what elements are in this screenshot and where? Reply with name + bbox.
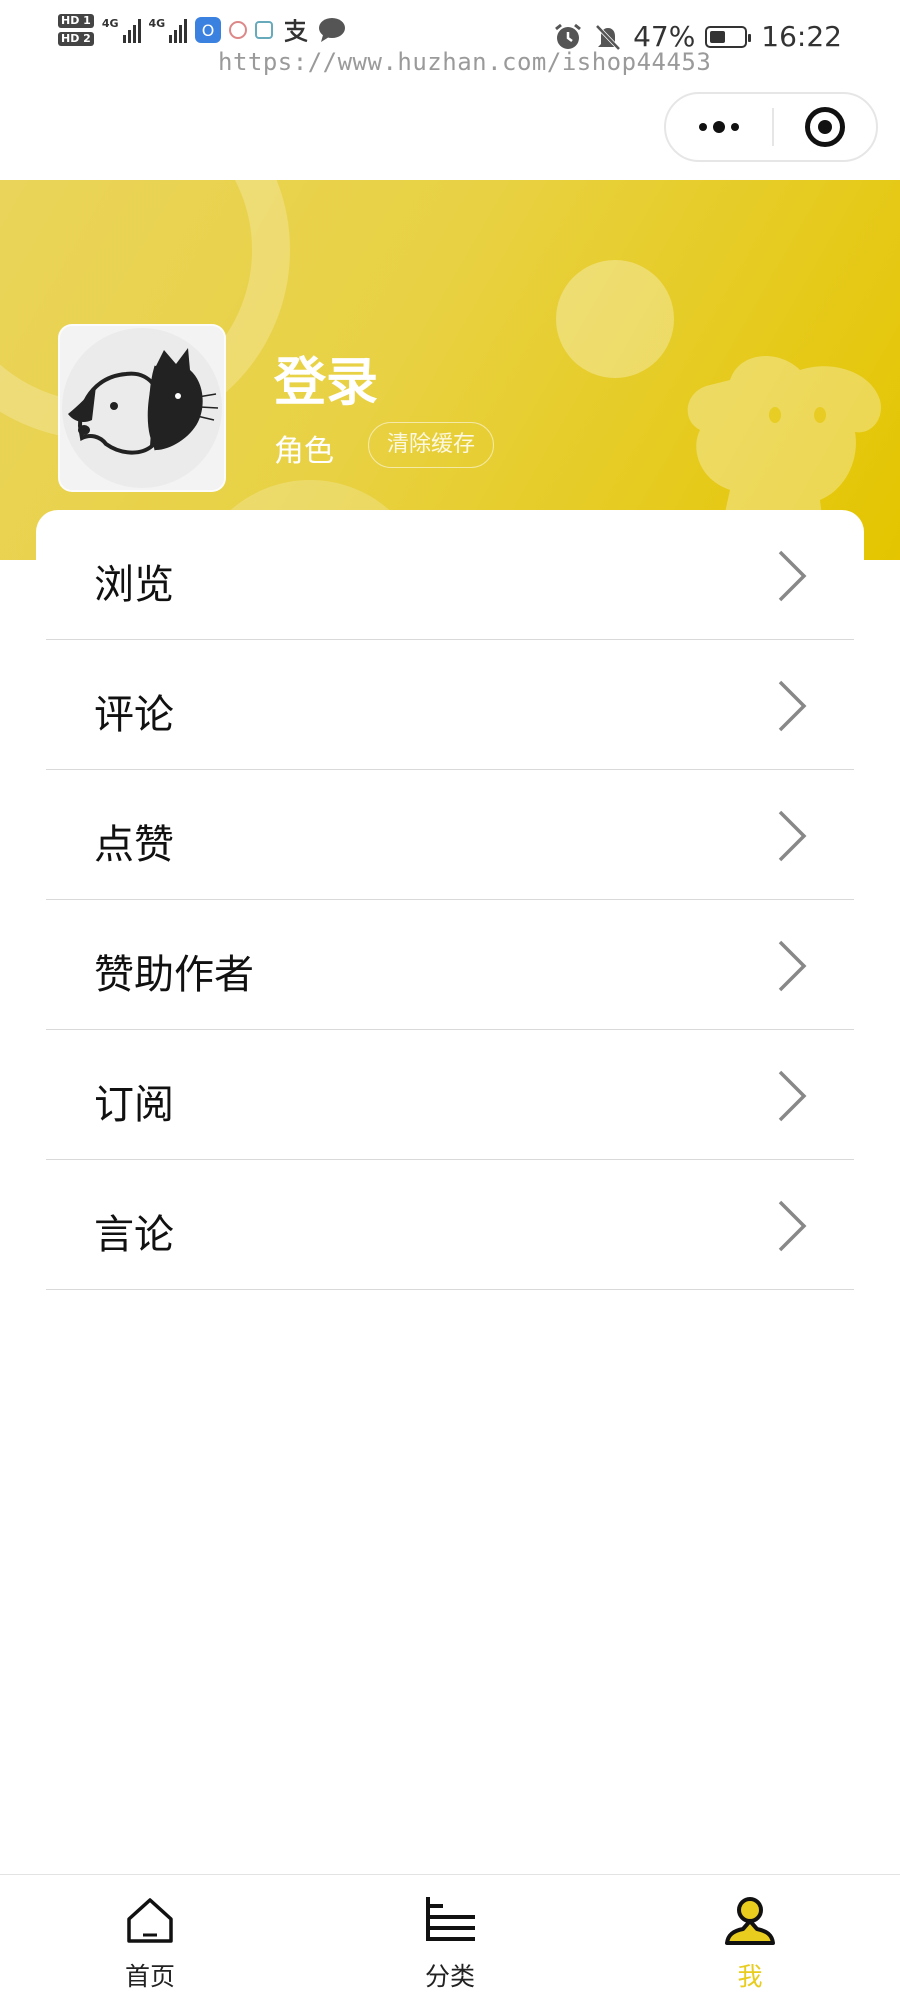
chevron-right-icon [778,680,807,732]
chevron-right-icon [778,1070,807,1122]
small-app-icon-2 [255,21,274,39]
watermark-url: https://www.huzhan.com/ishop44453 [218,48,712,76]
menu-item-subscribe[interactable]: 订阅 [46,1030,854,1160]
target-close-icon[interactable] [774,94,876,160]
chevron-right-icon [778,810,807,862]
wechat-message-icon [319,18,346,42]
chevron-right-icon [778,550,807,602]
menu-item-sponsor[interactable]: 赞助作者 [46,900,854,1030]
menu-item-label: 订阅 [94,1082,174,1128]
alipay-icon [284,19,308,43]
menu-item-label: 点赞 [94,822,174,868]
menu-item-label: 言论 [94,1212,174,1258]
chevron-right-icon [778,1200,807,1252]
category-icon [426,1897,475,1941]
network2-label: 4G [148,17,166,30]
clock: 16:22 [761,20,842,53]
tab-home[interactable]: 首页 [75,1875,225,2000]
alarm-icon [555,23,581,49]
login-title[interactable]: 登录 [274,340,378,415]
battery-icon [705,25,752,48]
tab-bar: 首页 分类 我 [0,1874,900,2000]
network1-label: 4G [101,17,119,30]
decor-circle [556,260,674,378]
menu-item-label: 赞助作者 [94,952,254,998]
menu-item-comments[interactable]: 评论 [46,640,854,770]
mute-bell-icon [595,24,621,50]
notification-app-icon: O [195,17,222,43]
home-icon [127,1898,173,1943]
sim1-badge: HD 1 [58,14,94,28]
svg-text:O: O [202,21,215,40]
role-label: 角色 [274,434,334,469]
tab-label: 我 [737,1962,763,1991]
tab-label: 首页 [124,1962,175,1991]
chevron-right-icon [778,940,807,992]
mini-program-capsule [664,92,878,162]
menu-item-label: 评论 [94,692,174,738]
menu-item-likes[interactable]: 点赞 [46,770,854,900]
avatar[interactable] [58,324,226,492]
menu-card: 浏览 评论 点赞 赞助作者 订阅 言论 [36,510,864,1310]
small-app-icon [229,21,248,39]
sim2-badge: HD 2 [58,32,94,46]
user-icon [725,1897,775,1945]
dog-cat-logo-icon [62,328,222,488]
status-bar: HD 1 HD 2 4G 4G O 47% 16:22 https://www.… [0,0,900,80]
menu-item-label: 浏览 [94,562,174,608]
signal-icon-2: 4G [149,17,188,43]
signal-icon: 4G [102,17,141,43]
sim-indicators: HD 1 HD 2 [58,14,94,46]
menu-item-browse[interactable]: 浏览 [46,510,854,640]
tab-me[interactable]: 我 [675,1875,825,2000]
tab-label: 分类 [424,1962,475,1991]
menu-item-remarks[interactable]: 言论 [46,1160,854,1290]
more-dots-icon[interactable] [666,94,772,160]
clear-cache-button[interactable]: 清除缓存 [368,422,495,468]
tab-category[interactable]: 分类 [375,1875,525,2000]
status-left: HD 1 HD 2 4G 4G O [58,14,347,46]
